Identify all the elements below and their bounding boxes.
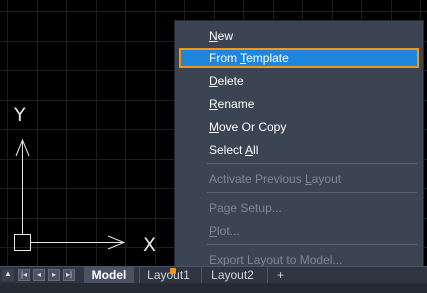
prev-tab-icon[interactable]: ◂ (33, 269, 45, 281)
next-tab-icon[interactable]: ▸ (48, 269, 60, 281)
status-strip (0, 283, 427, 293)
menu-item-from-template[interactable]: From Template (179, 48, 419, 68)
tab-layout2[interactable]: Layout2 (201, 267, 263, 283)
layout-tab-context-menu: New From Template Delete Rename Move Or Copy… (174, 20, 424, 272)
add-layout-tab-button[interactable]: + (267, 267, 293, 283)
tab-model[interactable]: Model (84, 267, 134, 283)
menu-item-plot: Plot... (209, 224, 240, 238)
menu-item-move-or-copy[interactable]: Move Or Copy (179, 117, 419, 137)
menu-item-select-all[interactable]: Select All (179, 140, 419, 160)
last-tab-icon[interactable]: ▸| (63, 269, 75, 281)
menu-item-rename[interactable]: Rename (179, 94, 419, 114)
menu-separator (207, 244, 417, 245)
ucs-y-label: Y (13, 104, 26, 126)
tab-layout1[interactable]: Layout1 (139, 267, 197, 283)
menu-separator (207, 192, 417, 193)
layout-tab-bar: ▲ |◂ ◂ ▸ ▸| Model Layout1 Layout2 + (0, 266, 427, 283)
menu-item-page-setup: Page Setup... (209, 201, 282, 215)
scroll-up-icon[interactable]: ▲ (2, 269, 14, 281)
menu-item-new[interactable]: New (179, 26, 419, 46)
menu-item-delete[interactable]: Delete (179, 71, 419, 91)
ucs-icon (14, 138, 126, 251)
first-tab-icon[interactable]: |◂ (18, 269, 30, 281)
resize-grip[interactable] (170, 268, 176, 274)
menu-item-activate-previous-layout: Activate Previous Layout (209, 172, 342, 186)
ucs-x-label: X (143, 234, 156, 256)
menu-separator (207, 163, 417, 164)
